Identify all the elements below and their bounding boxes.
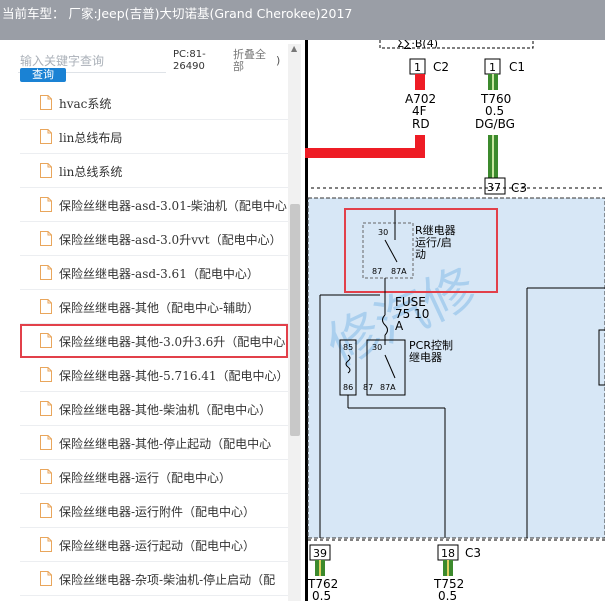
tree-item-selected[interactable]: 保险丝继电器-其他-3.0升3.6升（配电中心 xyxy=(20,324,288,358)
tree-item[interactable]: lin总线布局 xyxy=(20,120,288,154)
vehicle-title: 当前车型： 厂家:Jeep(吉普)大切诺基(Grand Cherokee)201… xyxy=(2,6,353,21)
tree-item-label: lin总线布局 xyxy=(59,131,123,145)
pcr-pin-87: 87 xyxy=(363,383,373,392)
tree-item[interactable]: 保险丝继电器-其他（配电中心-辅助） xyxy=(20,290,288,324)
red-wire-horizontal xyxy=(305,148,425,158)
connector-label-c2: C2 xyxy=(433,60,449,74)
wire-left-color: RD xyxy=(412,117,430,131)
pin-label-39: 39 xyxy=(313,547,327,560)
tree-item-label: 保险丝继电器-其他-5.716.41（配电中心） xyxy=(59,369,289,383)
bottom-connector-label: C3 xyxy=(465,546,481,560)
tree-item-label: 保险丝继电器-其他（配电中心-辅助） xyxy=(59,301,260,315)
pc-code-label: PC:81-26490 xyxy=(173,49,206,72)
tree-item-label: hvac系统 xyxy=(59,97,112,111)
title-bar: 当前车型： 厂家:Jeep(吉普)大切诺基(Grand Cherokee)201… xyxy=(0,0,605,40)
pin-label-c1: 1 xyxy=(489,61,496,74)
document-icon xyxy=(40,367,52,382)
tree-item[interactable]: 保险丝继电器-运行起动（配电中心） xyxy=(20,528,288,562)
pcr-pin-86: 86 xyxy=(343,383,353,392)
relay-r-pin-87a: 87A xyxy=(391,267,407,276)
tree-item-label: lin总线系统 xyxy=(59,165,123,179)
left-panel: 查询 PC:81-26490 折叠全部 ) hvac系统 lin总线布局 lin… xyxy=(0,40,305,601)
tree-item-label: 保险丝继电器-asd-3.01-柴油机（配电中心 xyxy=(59,199,287,213)
pcr-pin-30: 30 xyxy=(372,343,382,352)
pcr-label-2: 继电器 xyxy=(409,351,442,364)
tree-item-label: 保险丝继电器-杂项-柴油机-停止启动（配 xyxy=(59,573,276,587)
document-icon xyxy=(40,571,52,586)
document-icon xyxy=(40,163,52,178)
pcr-label-1: PCR控制 xyxy=(409,338,453,352)
tree-item-label: 保险丝继电器-运行（配电中心） xyxy=(59,471,232,485)
tree-item-label: 保险丝继电器-其他-柴油机（配电中心） xyxy=(59,403,272,417)
document-icon xyxy=(40,197,52,212)
tree-item[interactable]: 保险丝继电器-运行（配电中心） xyxy=(20,460,288,494)
relay-r-pin-30: 30 xyxy=(378,228,388,237)
document-icon xyxy=(40,265,52,280)
tree-item[interactable]: lin总线系统 xyxy=(20,154,288,188)
scrollbar-thumb[interactable] xyxy=(290,204,300,436)
bottom-wire-right-gauge: 0.5 xyxy=(438,589,457,601)
document-icon xyxy=(40,95,52,110)
paren-glyph: ) xyxy=(276,54,281,67)
document-icon xyxy=(40,129,52,144)
green-wire-stripe xyxy=(319,560,321,576)
red-wire-segment xyxy=(415,74,425,90)
tree-item[interactable]: 保险丝继电器-asd-3.61（配电中心） xyxy=(20,256,288,290)
scroll-up-icon[interactable]: ▲ xyxy=(291,44,297,53)
search-input[interactable] xyxy=(20,54,162,68)
pcr-pin-85: 85 xyxy=(343,343,353,352)
document-icon xyxy=(40,231,52,246)
green-wire-stripe xyxy=(447,560,449,576)
bottom-wire-left-gauge: 0.5 xyxy=(312,589,331,601)
document-icon xyxy=(40,299,52,314)
tree-item[interactable]: 保险丝继电器-其他-停止起动（配电中心 xyxy=(20,426,288,460)
document-icon xyxy=(40,435,52,450)
document-icon xyxy=(40,469,52,484)
relay-r-label-3: 动 xyxy=(415,248,426,261)
tree-item[interactable]: 保险丝继电器-其他-5.716.41（配电中心） xyxy=(20,358,289,392)
connector-label-37: C3 xyxy=(511,181,527,195)
tree-item[interactable]: 保险丝继电器-运行附件（配电中心） xyxy=(20,494,288,528)
tree-item-label: 保险丝继电器-asd-3.61（配电中心） xyxy=(59,267,259,281)
relay-r-pin-87: 87 xyxy=(372,267,382,276)
collapse-all-button[interactable]: 折叠全部 xyxy=(233,49,269,73)
wire-left-gauge: 4F xyxy=(412,104,427,118)
tree-item[interactable]: 保险丝继电器-asd-3.01-柴油机（配电中心 xyxy=(20,188,288,222)
pin-label-c2: 1 xyxy=(414,61,421,74)
tree-item-label: 保险丝继电器-其他-3.0升3.6升（配电中心 xyxy=(59,335,286,349)
tree-item[interactable]: 保险丝继电器-asd-3.0升vvt（配电中心） xyxy=(20,222,288,256)
tree-item[interactable]: hvac系统 xyxy=(20,86,288,120)
wiring-diagram: Σ∑·B(4) 1 C2 1 C1 A702 4F RD T760 0.5 DG… xyxy=(305,40,605,601)
wire-right-gauge: 0.5 xyxy=(485,104,504,118)
document-icon xyxy=(40,503,52,518)
fuse-unit: A xyxy=(395,319,404,333)
search-button[interactable]: 查询 xyxy=(20,68,66,82)
pin-label-18: 18 xyxy=(441,547,455,560)
connector-label-c1: C1 xyxy=(509,60,525,74)
wire-right-color: DG/BG xyxy=(475,117,515,131)
tree-item[interactable]: 保险丝继电器-杂项-柴油机-停止启动（配 xyxy=(20,562,288,596)
tree-item[interactable]: 保险丝继电器-其他-柴油机（配电中心） xyxy=(20,392,288,426)
tree-item-label: 保险丝继电器-运行附件（配电中心） xyxy=(59,505,256,519)
tree-item-label: 保险丝继电器-其他-停止起动（配电中心 xyxy=(59,437,272,451)
document-icon xyxy=(40,537,52,552)
green-wire-stripe xyxy=(492,135,494,178)
tree-item-label: 保险丝继电器-运行起动（配电中心） xyxy=(59,539,256,553)
pcr-pin-87a: 87A xyxy=(380,383,396,392)
document-icon xyxy=(40,401,52,416)
tree-item-label: 保险丝继电器-asd-3.0升vvt（配电中心） xyxy=(59,233,282,247)
green-wire-stripe xyxy=(492,74,494,90)
top-connector-label: Σ∑·B(4) xyxy=(397,40,438,50)
document-icon xyxy=(40,333,52,348)
